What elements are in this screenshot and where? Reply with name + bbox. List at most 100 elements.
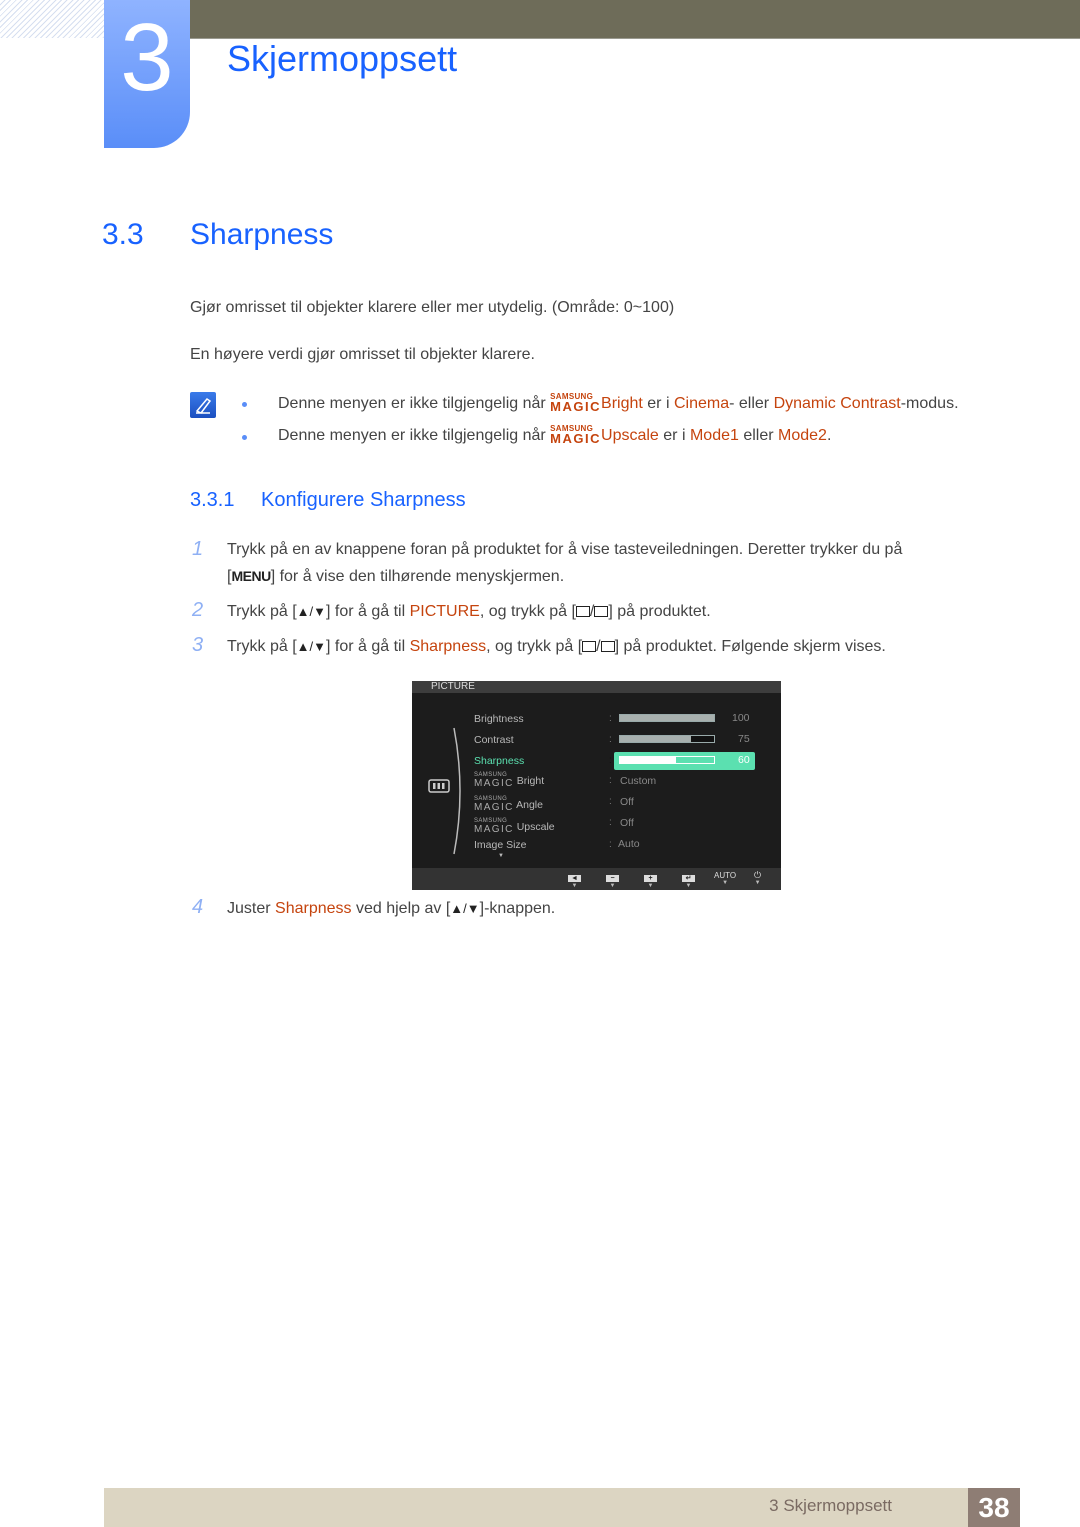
power-button[interactable]: ⏻ ▼ (754, 870, 762, 888)
step-number: 2 (192, 599, 204, 621)
chapter-number: 3 (120, 4, 174, 111)
note-text: er i (647, 395, 670, 412)
note-text: -modus. (900, 395, 959, 412)
subsection-title: Konfigurere Sharpness (261, 489, 466, 511)
section-number: 3.3 (102, 218, 144, 251)
step-text: Trykk på [▲/▼] for å gå til PICTURE, og … (227, 603, 711, 620)
samsung-magic-logo: SAMSUNG MAGIC (550, 392, 602, 414)
magic-upscale-value: Off (620, 817, 634, 829)
step-number: 4 (192, 896, 204, 918)
section-title: Sharpness (190, 218, 334, 251)
menu-key-icon: MENU (231, 568, 271, 584)
step-text: ] på produktet. (608, 603, 711, 620)
step-text: for å vise den tilhørende menyskjermen. (279, 568, 565, 585)
step-text: Trykk på [ (227, 603, 297, 620)
feature-name: Bright (601, 395, 643, 412)
contrast-bar (619, 735, 715, 743)
step-text: Trykk på [ (227, 638, 297, 655)
note-text: Denne menyen er ikke tilgjengelig når (278, 395, 546, 412)
image-size-value: Auto (618, 838, 640, 850)
osd-arc-decoration (453, 727, 461, 855)
osd-item-magic-bright[interactable]: SAMSUNG MAGIC Bright (474, 772, 544, 789)
enter-key-icon (600, 641, 615, 652)
mode-name: Dynamic Contrast (773, 395, 901, 412)
note-text: - eller (729, 395, 770, 412)
subsection-number: 3.3.1 (190, 489, 235, 511)
item-label: Upscale (516, 821, 555, 833)
chapter-tab: 3 (104, 0, 190, 148)
note-text: . (826, 427, 832, 444)
colon: : (609, 839, 612, 850)
intro-paragraph: En høyere verdi gjør omrisset til objekt… (190, 346, 535, 363)
item-label: Bright (516, 775, 545, 787)
note-text: Denne menyen er ikke tilgjengelig når (278, 427, 546, 444)
mode-name: Mode1 (689, 427, 739, 444)
up-down-arrow-icon: ▲/▼ (296, 604, 326, 619)
enter-button[interactable]: ↵ ▼ (682, 872, 695, 891)
note-item: Denne menyen er ikke tilgjengelig når SA… (278, 424, 831, 445)
bullet (242, 435, 247, 440)
step-text: ] på produktet. Følgende skjerm vises. (614, 638, 886, 655)
menu-target: Sharpness (275, 900, 352, 917)
osd-item-image-size[interactable]: Image Size (474, 839, 527, 851)
source-key-icon (582, 641, 597, 652)
left-button[interactable]: ◄ ▼ (568, 872, 581, 891)
bar-fill (620, 715, 714, 721)
auto-button[interactable]: AUTO ▼ (714, 872, 736, 888)
power-icon: ⏻ (754, 870, 762, 880)
up-down-arrow-icon: ▲/▼ (296, 639, 326, 654)
step-text: Trykk på [▲/▼] for å gå til Sharpness, o… (227, 638, 886, 655)
magic-bright-value: Custom (620, 775, 657, 787)
colon: : (609, 734, 612, 745)
osd-item-sharpness[interactable]: Sharpness (474, 755, 524, 767)
samsung-magic-logo: SAMSUNG MAGIC (474, 818, 514, 835)
decorative-hatch (0, 0, 104, 38)
samsung-magic-logo: SAMSUNG MAGIC (474, 772, 514, 789)
step-number: 1 (192, 538, 204, 560)
osd-item-magic-angle[interactable]: SAMSUNG MAGIC Angle (474, 796, 543, 813)
plus-button[interactable]: + ▼ (644, 872, 657, 891)
note-icon (190, 392, 216, 418)
samsung-magic-logo: SAMSUNG MAGIC (550, 424, 602, 446)
bullet (242, 402, 247, 407)
osd-item-brightness[interactable]: Brightness (474, 713, 524, 725)
step-number: 3 (192, 634, 204, 656)
osd-item-magic-upscale[interactable]: SAMSUNG MAGIC Upscale (474, 818, 555, 835)
menu-target: Sharpness (409, 638, 487, 655)
step-text: ] for å gå til (326, 603, 406, 620)
step-text: , og trykk på [ (486, 638, 583, 655)
samsung-magic-logo: SAMSUNG MAGIC (474, 796, 514, 813)
sharpness-bar[interactable] (619, 756, 715, 764)
note-text: eller (743, 427, 774, 444)
page-number: 38 (968, 1488, 1020, 1527)
note-text: er i (663, 427, 686, 444)
header-bar (190, 0, 1080, 39)
minus-button[interactable]: − ▼ (606, 872, 619, 891)
note-item: Denne menyen er ikke tilgjengelig når SA… (278, 392, 959, 413)
step-text: ]-knappen. (479, 900, 556, 917)
item-label: Angle (516, 799, 543, 811)
step-text: ved hjelp av [ (355, 900, 451, 917)
bar-fill (620, 757, 677, 763)
feature-name: Upscale (601, 427, 659, 444)
mode-name: Cinema (673, 395, 730, 412)
sharpness-value: 60 (738, 754, 750, 766)
colon: : (609, 796, 612, 807)
osd-header: PICTURE (412, 681, 781, 693)
menu-target: PICTURE (409, 603, 480, 620)
colon: : (609, 775, 612, 786)
step-text: [MENU] for å vise den tilhørende menyskj… (227, 568, 565, 585)
colon: : (609, 755, 612, 766)
osd-button-guide: ◄ ▼ − ▼ + ▼ ↵ ▼ AUTO ▼ ⏻ ▼ (412, 868, 781, 890)
colon: : (609, 713, 612, 724)
step-text: Trykk på en av knappene foran på produkt… (227, 541, 903, 558)
brightness-bar (619, 714, 715, 722)
contrast-value: 75 (738, 733, 750, 745)
brightness-value: 100 (732, 712, 750, 724)
magic-angle-value: Off (620, 796, 634, 808)
more-down-arrow-icon: ▼ (498, 853, 504, 859)
source-key-icon (575, 606, 590, 617)
osd-item-contrast[interactable]: Contrast (474, 734, 514, 746)
footer-chapter-label: 3 Skjermoppsett (769, 1496, 892, 1515)
up-down-arrow-icon: ▲/▼ (450, 901, 480, 916)
